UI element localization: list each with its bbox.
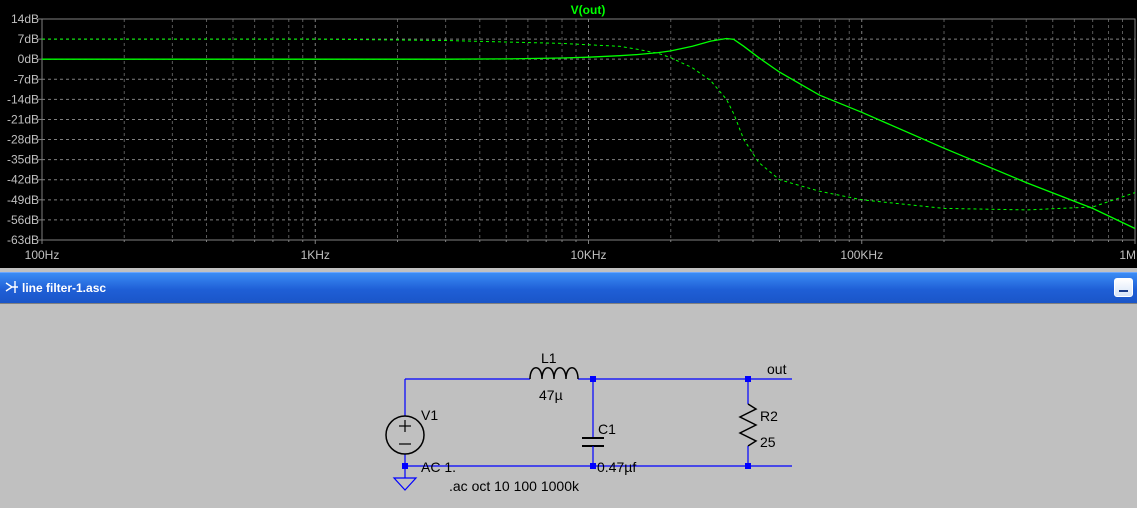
schematic-canvas[interactable]: L1 47µ C1 0.47µf R2 25 V1 AC 1. out .ac … [0,303,1137,508]
r2-name-label[interactable]: R2 [760,408,778,424]
y-tick-label: -14dB [7,92,39,106]
plot-grid [41,18,1136,241]
y-tick-label: -49dB [7,193,39,207]
r2-value-label[interactable]: 25 [760,434,776,450]
junction-node [590,376,596,382]
y-tick-label: -42dB [7,173,39,187]
plot-axes: 14dB 7dB 0dB -7dB -14dB -21dB -28dB -35dB -42dB -… [7,12,1137,262]
minimize-button[interactable] [1114,278,1133,297]
trace-name-label[interactable]: V(out) [571,3,606,17]
y-tick-label: -21dB [7,112,39,126]
c1-name-label[interactable]: C1 [598,421,616,437]
x-tick-label: 1MHz [1119,248,1137,262]
v1-value-label[interactable]: AC 1. [421,459,456,475]
ground-icon[interactable] [392,466,418,491]
schematic-window: line filter-1.asc L1 47µ C1 0.47µf R2 25… [0,272,1137,508]
waveform-plot-pane[interactable]: 14dB 7dB 0dB -7dB -14dB -21dB -28dB -35dB -42dB -… [0,0,1137,268]
y-tick-label: 14dB [11,12,39,26]
schematic-icon [5,281,18,293]
y-tick-label: -7dB [14,72,39,86]
x-tick-label: 100KHz [840,248,883,262]
v1-name-label[interactable]: V1 [421,407,438,423]
y-tick-label: -28dB [7,133,39,147]
voltage-source-v1[interactable] [385,415,425,455]
inductor-l1[interactable] [529,367,579,380]
x-tick-label: 100Hz [25,248,60,262]
junction-node [745,376,751,382]
phase-trace-line [42,38,1136,211]
l1-name-label[interactable]: L1 [541,350,557,366]
junction-node [745,463,751,469]
junction-node [402,463,408,469]
y-tick-label: 7dB [18,32,39,46]
spice-directive[interactable]: .ac oct 10 100 1000k [449,478,580,494]
y-tick-label: -63dB [7,233,39,247]
x-tick-label: 1KHz [301,248,330,262]
l1-value-label[interactable]: 47µ [539,387,563,403]
y-tick-label: -56dB [7,213,39,227]
resistor-r2[interactable] [738,379,758,466]
circuit-diagram: L1 47µ C1 0.47µf R2 25 V1 AC 1. out .ac … [385,350,792,494]
junction-node [590,463,596,469]
x-tick-label: 10KHz [570,248,606,262]
bode-plot: 14dB 7dB 0dB -7dB -14dB -21dB -28dB -35dB -42dB -… [7,3,1137,262]
c1-value-label[interactable]: 0.47µf [597,459,636,475]
minimize-icon [1119,290,1128,292]
y-tick-label: -35dB [7,153,39,167]
net-out-label[interactable]: out [767,361,787,377]
window-titlebar[interactable]: line filter-1.asc [0,272,1137,303]
window-title: line filter-1.asc [22,281,107,295]
y-tick-label: 0dB [18,52,39,66]
